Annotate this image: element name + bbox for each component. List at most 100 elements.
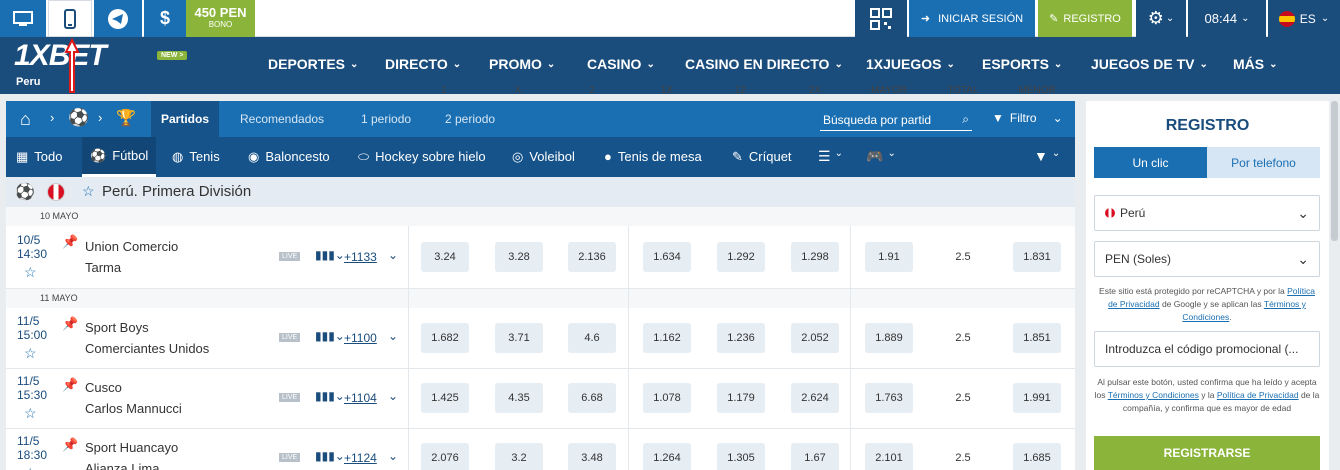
favorite-star-icon[interactable]: ☆ — [24, 465, 37, 470]
odd-cell[interactable]: 3.2 — [495, 443, 543, 470]
nav-juegos-de-tv[interactable]: JUEGOS DE TV ⌄ — [1091, 56, 1208, 72]
odd-cell[interactable]: 1.634 — [643, 242, 691, 272]
pin-icon[interactable]: 📌 — [62, 234, 78, 250]
favorite-star-icon[interactable]: ☆ — [24, 345, 37, 362]
sport-filter-button[interactable]: ▼ ⌄ — [1034, 148, 1060, 164]
scrollbar[interactable] — [1331, 101, 1338, 241]
register-button[interactable]: ✎ REGISTRO — [1038, 0, 1132, 37]
odd-cell[interactable]: 6.68 — [568, 383, 616, 413]
games-menu[interactable]: 🎮 ⌄ — [866, 148, 896, 165]
sport-tab-tenis[interactable]: ◍ Tenis — [172, 149, 220, 165]
favorite-star-icon[interactable]: ☆ — [24, 264, 37, 281]
favorite-star-icon[interactable]: ☆ — [24, 405, 37, 422]
odd-cell[interactable]: 1.078 — [643, 383, 691, 413]
sport-tab-tenis-de-mesa[interactable]: ● Tenis de mesa — [604, 149, 702, 164]
sport-tab-futbol[interactable]: ⚽ Fútbol — [82, 137, 157, 177]
odd-cell[interactable]: 1.236 — [717, 323, 765, 353]
tab-by-phone[interactable]: Por telefono — [1207, 147, 1320, 178]
sport-tab-criquet[interactable]: ✎ Críquet — [732, 149, 792, 165]
search-input[interactable]: Búsqueda por partid ⌕ — [820, 109, 972, 131]
time-display[interactable]: 08:44 ⌄ — [1188, 0, 1266, 37]
odd-cell[interactable]: 1.889 — [865, 323, 913, 353]
col-x[interactable]: X — [498, 85, 538, 96]
expand-chevron-icon[interactable]: ⌄ — [388, 449, 398, 463]
odd-cell[interactable]: 1.305 — [717, 443, 765, 470]
odd-cell[interactable]: 1.292 — [717, 242, 765, 272]
tab-recomendados[interactable]: Recomendados — [240, 112, 324, 126]
nav-deportes[interactable]: DEPORTES ⌄ — [268, 56, 358, 72]
language-selector[interactable]: ES ⌄ — [1268, 0, 1340, 37]
nav-mas[interactable]: MÁS ⌄ — [1233, 56, 1278, 72]
stats-icon[interactable]: ▮▮▮⌄ — [315, 389, 345, 403]
markets-count[interactable]: +1133 — [344, 250, 377, 264]
odd-cell[interactable]: 1.763 — [865, 383, 913, 413]
odd-cell[interactable]: 3.24 — [421, 242, 469, 272]
col-12[interactable]: 12 — [720, 85, 760, 96]
odd-cell[interactable]: 1.179 — [717, 383, 765, 413]
odd-cell[interactable]: 4.6 — [568, 323, 616, 353]
sport-tab-baloncesto[interactable]: ◉ Baloncesto — [248, 149, 330, 165]
register-submit-button[interactable]: REGISTRARSE — [1094, 436, 1320, 470]
tab-1-periodo[interactable]: 1 periodo — [361, 112, 411, 126]
nav-directo[interactable]: DIRECTO ⌄ — [385, 56, 461, 72]
sport-tab-voleibol[interactable]: ◎ Voleibol — [512, 149, 575, 165]
nav-casino[interactable]: CASINO ⌄ — [587, 56, 655, 72]
telegram-button[interactable] — [94, 0, 142, 37]
deposit-button[interactable]: $ — [144, 0, 186, 37]
odd-cell[interactable]: 1.264 — [643, 443, 691, 470]
filter-button[interactable]: ▼ Filtro ⌄ — [992, 111, 1063, 125]
more-sports-menu[interactable]: ☰ ⌄ — [818, 148, 843, 165]
football-icon[interactable]: ⚽ — [68, 108, 89, 128]
nav-promo[interactable]: PROMO ⌄ — [489, 56, 555, 72]
nav-casino-en-directo[interactable]: CASINO EN DIRECTO ⌄ — [685, 56, 843, 72]
markets-count[interactable]: +1104 — [344, 391, 377, 405]
country-select[interactable]: Perú ⌄ — [1094, 195, 1320, 231]
odd-cell[interactable]: 1.685 — [1013, 443, 1061, 470]
bonus-banner[interactable]: 450 PEN BONO — [186, 0, 255, 37]
sport-tab-todo[interactable]: ▦ Todo — [16, 149, 63, 165]
favorite-star-icon[interactable]: ☆ — [82, 183, 95, 200]
pin-icon[interactable]: 📌 — [62, 377, 78, 393]
promo-code-input[interactable]: Introduzca el código promocional (... — [1094, 331, 1320, 367]
tab-one-click[interactable]: Un clic — [1094, 147, 1207, 178]
nav-esports[interactable]: ESPORTS ⌄ — [982, 56, 1062, 72]
privacy-link[interactable]: Política de Privacidad — [1217, 390, 1299, 400]
tab-2-periodo[interactable]: 2 periodo — [445, 112, 495, 126]
login-button[interactable]: ➜ INICIAR SESIÓN — [909, 0, 1035, 37]
odd-cell[interactable]: 3.48 — [568, 443, 616, 470]
odd-cell[interactable]: 1.162 — [643, 323, 691, 353]
odd-cell[interactable]: 1.91 — [865, 242, 913, 272]
odd-cell[interactable]: 2.052 — [791, 323, 839, 353]
odd-cell[interactable]: 3.28 — [495, 242, 543, 272]
odd-cell[interactable]: 1.831 — [1013, 242, 1061, 272]
expand-chevron-icon[interactable]: ⌄ — [388, 248, 398, 262]
desktop-version-button[interactable] — [0, 0, 46, 37]
terms-link[interactable]: Términos y Condiciones — [1108, 390, 1199, 400]
stats-icon[interactable]: ▮▮▮⌄ — [315, 449, 345, 463]
odd-cell[interactable]: 2.101 — [865, 443, 913, 470]
odd-cell[interactable]: 1.67 — [791, 443, 839, 470]
odd-cell[interactable]: 1.682 — [421, 323, 469, 353]
odd-cell[interactable]: 1.991 — [1013, 383, 1061, 413]
odd-cell[interactable]: 3.71 — [495, 323, 543, 353]
currency-select[interactable]: PEN (Soles) ⌄ — [1094, 241, 1320, 277]
col-total[interactable]: TOTAL — [943, 85, 983, 96]
odd-cell[interactable]: 2.624 — [791, 383, 839, 413]
markets-count[interactable]: +1124 — [344, 451, 377, 465]
odd-cell[interactable]: 1.851 — [1013, 323, 1061, 353]
mobile-version-button[interactable] — [48, 0, 92, 37]
odd-cell[interactable]: 2.136 — [568, 242, 616, 272]
odd-cell[interactable]: 2.076 — [421, 443, 469, 470]
odd-cell[interactable]: 1.425 — [421, 383, 469, 413]
home-icon[interactable]: ⌂ — [20, 109, 31, 130]
expand-chevron-icon[interactable]: ⌄ — [388, 329, 398, 343]
tab-partidos[interactable]: Partidos — [151, 101, 220, 137]
nav-1xjuegos[interactable]: 1XJUEGOS ⌄ — [866, 56, 955, 72]
pin-icon[interactable]: 📌 — [62, 437, 78, 453]
settings-button[interactable]: ⚙ ⌄ — [1136, 0, 1186, 37]
stats-icon[interactable]: ▮▮▮⌄ — [315, 248, 345, 262]
pin-icon[interactable]: 📌 — [62, 316, 78, 332]
markets-count[interactable]: +1100 — [344, 331, 377, 345]
qr-code-button[interactable] — [855, 0, 907, 37]
odd-cell[interactable]: 1.298 — [791, 242, 839, 272]
